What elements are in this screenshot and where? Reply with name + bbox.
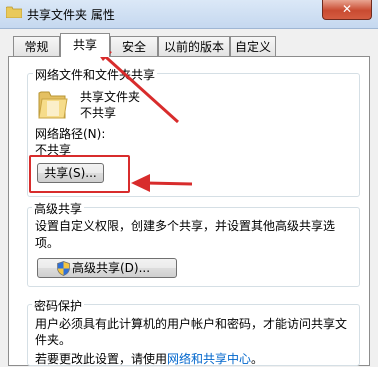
password-protect-group-title: 密码保护 [32, 297, 85, 314]
tab-general-label: 常规 [24, 40, 49, 54]
advanced-share-group-title: 高级共享 [32, 200, 85, 217]
network-sharing-center-link[interactable]: 网络和共享中心 [167, 352, 251, 366]
password-change-text: 若要更改此设置，请使用 [35, 352, 168, 366]
shared-folder-icon [38, 91, 68, 119]
tab-sharing-label: 共享 [72, 38, 97, 52]
annotation-highlight-box [29, 155, 130, 193]
password-change-suffix: 。 [251, 352, 264, 366]
window-title: 共享文件夹 属性 [27, 8, 115, 22]
advanced-share-description: 设置自定义权限，创建多个共享，并设置其他高级共享选项。 [35, 219, 336, 250]
tab-general[interactable]: 常规 [13, 36, 60, 56]
folder-name: 共享文件夹 [80, 90, 141, 104]
uac-shield-icon [57, 261, 70, 276]
tab-security[interactable]: 安全 [110, 36, 158, 56]
password-protect-description: 用户必须具有此计算机的用户帐户和密码，才能访问共享文件夹。 [35, 317, 348, 347]
advanced-share-button-label: 高级共享(D)... [72, 261, 151, 275]
tab-previous-versions-label: 以前的版本 [163, 40, 224, 54]
folder-icon [6, 6, 22, 18]
advanced-share-button[interactable]: 高级共享(D)... [37, 258, 177, 278]
network-share-group-title: 网络文件和文件夹共享 [33, 66, 158, 83]
title-bar[interactable]: 共享文件夹 属性 ✕ [0, 0, 378, 29]
password-change-line: 若要更改此设置，请使用网络和共享中心。 [35, 350, 263, 367]
close-icon: ✕ [341, 2, 353, 16]
close-button[interactable]: ✕ [322, 0, 372, 20]
tab-sharing[interactable]: 共享 [60, 33, 110, 57]
tab-customize[interactable]: 自定义 [230, 36, 276, 56]
folder-share-status: 不共享 [80, 106, 117, 120]
tab-previous-versions[interactable]: 以前的版本 [158, 36, 230, 56]
tab-security-label: 安全 [121, 40, 146, 54]
network-path-label: 网络路径(N): [35, 127, 106, 141]
tab-customize-label: 自定义 [234, 40, 271, 54]
